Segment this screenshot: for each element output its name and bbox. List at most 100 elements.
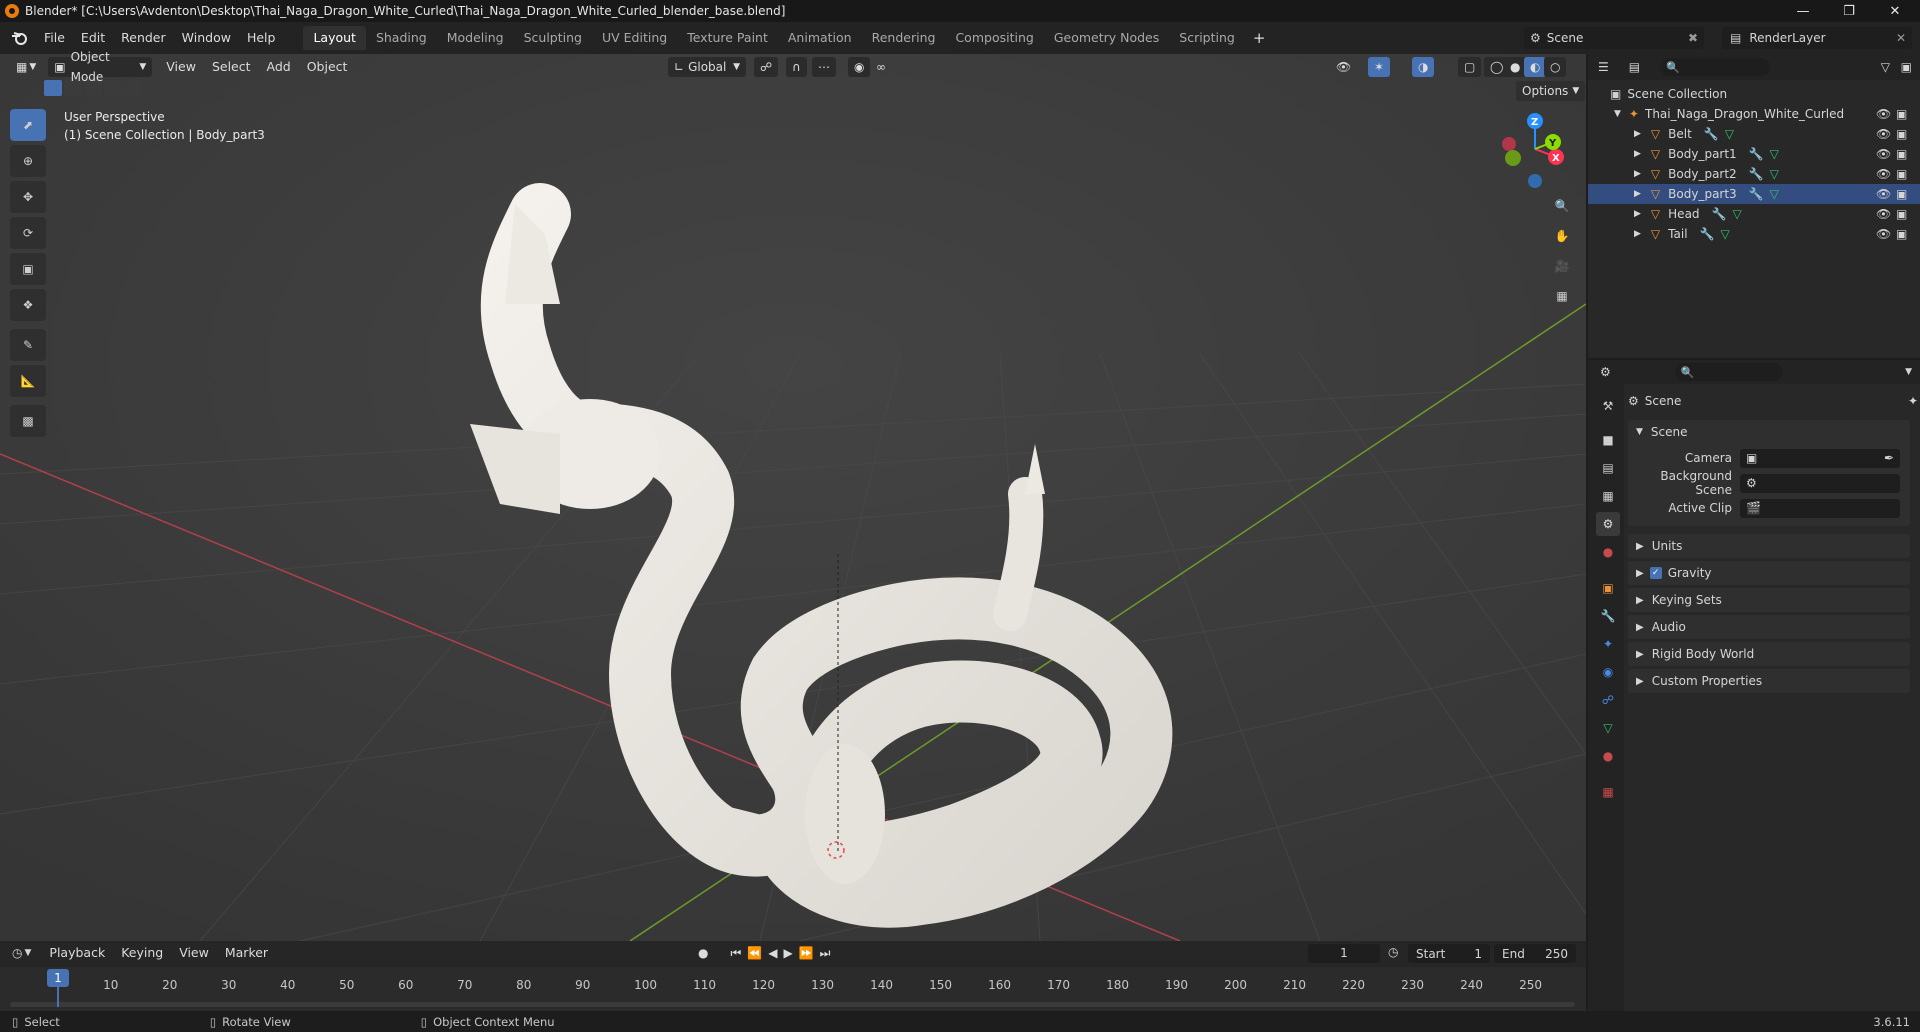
menu-object[interactable]: Object: [299, 56, 356, 78]
tab-modeling[interactable]: Modeling: [437, 26, 514, 50]
rotate-tool[interactable]: ⟳: [10, 217, 46, 249]
outliner-editor-icon[interactable]: ☰: [1598, 60, 1609, 74]
editor-type-button[interactable]: ▦ ▼: [10, 57, 42, 77]
keying-sets-panel[interactable]: ▶ Keying Sets: [1628, 588, 1910, 612]
close-window-button[interactable]: ✕: [1872, 0, 1918, 22]
expand-arrow-icon[interactable]: ▼: [1614, 109, 1621, 119]
tab-uv-editing[interactable]: UV Editing: [592, 26, 677, 50]
constraints-tab-icon[interactable]: ☍: [1596, 688, 1620, 712]
proportional-edit-button[interactable]: ◉: [848, 57, 871, 77]
outliner-row-head[interactable]: ▶ ▽ Head 🔧 ▽ 👁 ▣: [1588, 204, 1920, 224]
gravity-checkbox[interactable]: ✓: [1649, 567, 1662, 579]
scale-tool[interactable]: ▣: [10, 253, 46, 285]
minimize-button[interactable]: —: [1780, 0, 1826, 22]
tab-layout[interactable]: Layout: [303, 26, 366, 50]
outliner-row-body-part2[interactable]: ▶ ▽ Body_part2 🔧 ▽ 👁 ▣: [1588, 164, 1920, 184]
menu-edit[interactable]: Edit: [73, 27, 113, 49]
current-frame-field[interactable]: 1: [1308, 944, 1380, 963]
mode-dropdown[interactable]: ▣ Object Mode ▼: [48, 50, 153, 84]
overlay-toggle-button[interactable]: ◑: [1412, 57, 1435, 77]
move-tool[interactable]: ✥: [10, 181, 46, 213]
snap-toggle-button[interactable]: ∩: [786, 57, 807, 77]
zoom-button[interactable]: 🔍: [1548, 192, 1576, 220]
options-dropdown[interactable]: Options ▼: [1516, 81, 1586, 101]
view-layer-tab-icon[interactable]: ▦: [1596, 484, 1620, 508]
properties-search-input[interactable]: 🔍: [1674, 363, 1783, 381]
falloff-button[interactable]: ∞: [870, 57, 892, 77]
menu-view[interactable]: View: [158, 56, 204, 78]
menu-select[interactable]: Select: [204, 56, 259, 78]
menu-add[interactable]: Add: [259, 56, 299, 78]
camera-icon[interactable]: ▣: [1896, 107, 1907, 121]
menu-playback[interactable]: Playback: [41, 942, 113, 964]
timeline-scrollbar[interactable]: [10, 1002, 1575, 1007]
restore-button[interactable]: ❐: [1826, 0, 1872, 22]
camera-view-button[interactable]: 🎥: [1548, 252, 1576, 280]
annotate-tool[interactable]: ✎: [10, 329, 46, 361]
visibility-button[interactable]: 👁: [1330, 57, 1357, 77]
transform-tool[interactable]: ❖: [10, 289, 46, 321]
menu-marker[interactable]: Marker: [217, 942, 276, 964]
tab-compositing[interactable]: Compositing: [945, 26, 1043, 50]
add-cube-tool[interactable]: ▩: [10, 405, 46, 437]
jump-end-icon[interactable]: ⏭: [820, 946, 831, 961]
select-box-tool[interactable]: ⬈: [10, 109, 46, 141]
outliner-row-scene-collection[interactable]: ▣ Scene Collection: [1588, 84, 1920, 104]
texture-tab-icon[interactable]: ▦: [1596, 780, 1620, 804]
eye-icon[interactable]: 👁: [1876, 227, 1891, 241]
tab-shading[interactable]: Shading: [366, 26, 437, 50]
xray-toggle-button[interactable]: ▢: [1458, 57, 1482, 77]
render-tab-icon[interactable]: ■: [1596, 428, 1620, 452]
jump-keyframe-back-icon[interactable]: ⏪: [747, 946, 762, 960]
view-layer-selector[interactable]: ▤ RenderLayer ✕: [1722, 27, 1912, 49]
expand-arrow-icon[interactable]: ▶: [1634, 189, 1641, 199]
playhead-frame[interactable]: 1: [47, 969, 69, 987]
clock-icon[interactable]: ◷: [1388, 945, 1398, 959]
tab-animation[interactable]: Animation: [778, 26, 862, 50]
menu-file[interactable]: File: [36, 27, 73, 49]
eyedropper-icon[interactable]: ✒: [1884, 451, 1894, 465]
camera-icon[interactable]: ▣: [1896, 207, 1907, 221]
tab-geometry-nodes[interactable]: Geometry Nodes: [1044, 26, 1169, 50]
camera-icon[interactable]: ▣: [1896, 127, 1907, 141]
outliner-row-body-part1[interactable]: ▶ ▽ Body_part1 🔧 ▽ 👁 ▣: [1588, 144, 1920, 164]
outliner-row-belt[interactable]: ▶ ▽ Belt 🔧 ▽ 👁 ▣: [1588, 124, 1920, 144]
camera-icon[interactable]: ▣: [1896, 167, 1907, 181]
background-scene-field[interactable]: ⚙: [1740, 473, 1900, 493]
jump-keyframe-forward-icon[interactable]: ⏩: [799, 946, 814, 960]
data-tab-icon[interactable]: ▽: [1596, 716, 1620, 740]
physics-tab-icon[interactable]: ◉: [1596, 660, 1620, 684]
active-clip-field[interactable]: 🎬: [1740, 498, 1900, 518]
material-tab-icon[interactable]: ●: [1596, 744, 1620, 768]
cursor-tool[interactable]: ⊕: [10, 145, 46, 177]
perspective-toggle-button[interactable]: ▦: [1548, 282, 1576, 310]
snap-target-button[interactable]: ⋯: [812, 57, 836, 77]
camera-icon[interactable]: ▣: [1896, 227, 1907, 241]
expand-arrow-icon[interactable]: ▶: [1634, 149, 1641, 159]
properties-editor-icon[interactable]: ⚙: [1600, 365, 1611, 379]
scene-tab-icon[interactable]: ⚙: [1596, 512, 1620, 536]
timeline-editor-icon[interactable]: ◷: [12, 946, 22, 960]
outliner-search-input[interactable]: 🔍: [1660, 58, 1771, 76]
expand-arrow-icon[interactable]: ▶: [1634, 229, 1641, 239]
menu-help[interactable]: Help: [239, 27, 284, 49]
tab-sculpting[interactable]: Sculpting: [514, 26, 592, 50]
3d-viewport[interactable]: Z Y X User Perspective (1) Scene Collect…: [0, 54, 1586, 941]
outliner-row-body-part3[interactable]: ▶ ▽ Body_part3 🔧 ▽ 👁 ▣: [1588, 184, 1920, 204]
camera-icon[interactable]: ▣: [1896, 187, 1907, 201]
eye-icon[interactable]: 👁: [1876, 147, 1891, 161]
object-tab-icon[interactable]: ▣: [1596, 576, 1620, 600]
start-frame-field[interactable]: Start 1: [1408, 944, 1490, 963]
tab-texture-paint[interactable]: Texture Paint: [677, 26, 778, 50]
play-reverse-icon[interactable]: ◀: [768, 946, 777, 960]
jump-start-icon[interactable]: ⏮: [730, 946, 741, 961]
display-mode-icon[interactable]: ▤: [1629, 60, 1640, 74]
modifier-tab-icon[interactable]: 🔧: [1596, 604, 1620, 628]
add-workspace-icon[interactable]: +: [1245, 27, 1274, 49]
menu-timeline-view[interactable]: View: [171, 942, 217, 964]
particles-tab-icon[interactable]: ✦: [1596, 632, 1620, 656]
rigid-body-world-panel[interactable]: ▶ Rigid Body World: [1628, 642, 1910, 666]
eye-icon[interactable]: 👁: [1876, 107, 1891, 121]
select-new-icon[interactable]: [44, 80, 62, 96]
rendered-shading-button[interactable]: ○: [1544, 57, 1567, 77]
